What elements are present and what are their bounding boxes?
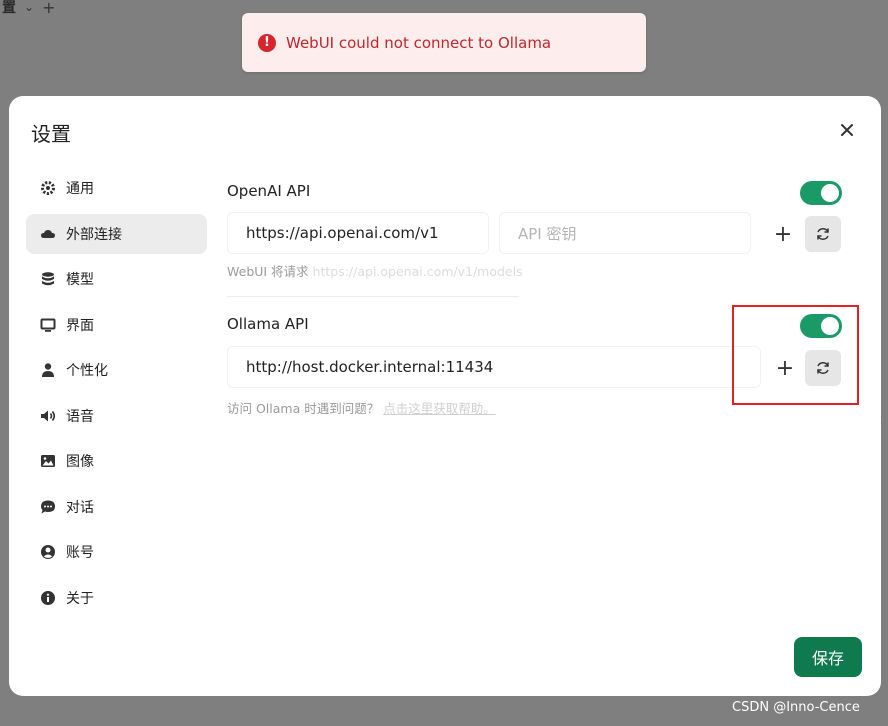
chat-icon bbox=[40, 499, 56, 515]
sidebar-item-account[interactable]: 账号 bbox=[26, 532, 207, 572]
openai-refresh-button[interactable] bbox=[805, 216, 841, 252]
watermark: CSDN @Inno-Cence bbox=[732, 700, 860, 715]
sidebar-item-label: 界面 bbox=[66, 317, 94, 334]
section-divider bbox=[227, 296, 519, 297]
background-header: 置 ⌄ + bbox=[0, 0, 55, 17]
openai-toggle[interactable] bbox=[800, 181, 842, 205]
sidebar-item-interface[interactable]: 界面 bbox=[26, 305, 207, 345]
ollama-section-title: Ollama API bbox=[227, 315, 309, 333]
sidebar-item-label: 个性化 bbox=[66, 363, 108, 379]
ollama-help-link[interactable]: 点击这里获取帮助。 bbox=[383, 401, 496, 416]
sidebar-item-label: 模型 bbox=[66, 272, 94, 288]
image-icon bbox=[40, 453, 56, 469]
sidebar-item-label: 关于 bbox=[66, 590, 94, 607]
sidebar-item-audio[interactable]: 语音 bbox=[26, 396, 207, 436]
database-icon bbox=[40, 271, 56, 287]
ollama-url-field[interactable]: http://host.docker.internal:11434 bbox=[227, 346, 761, 388]
close-button[interactable] bbox=[835, 118, 859, 142]
new-tab-plus-icon[interactable]: + bbox=[42, 0, 55, 17]
sidebar-item-label: 对话 bbox=[66, 499, 94, 516]
sidebar-item-general[interactable]: 通用 bbox=[26, 168, 207, 208]
sidebar-item-label: 外部连接 bbox=[66, 226, 122, 243]
sidebar-item-label: 图像 bbox=[66, 454, 94, 470]
sidebar-item-models[interactable]: 模型 bbox=[26, 259, 207, 299]
close-icon bbox=[841, 124, 853, 136]
sidebar-item-about[interactable]: 关于 bbox=[26, 578, 207, 618]
refresh-icon bbox=[817, 228, 829, 240]
ollama-hint-prefix: 访问 Ollama 时遇到问题？ bbox=[227, 401, 380, 416]
openai-hint: WebUI 将请求 https://api.openai.com/v1/mode… bbox=[227, 261, 523, 280]
toast-message: WebUI could not connect to Ollama bbox=[286, 33, 552, 52]
annotation-highlight-box bbox=[732, 305, 859, 405]
modal-title: 设置 bbox=[31, 122, 71, 146]
sidebar-item-images[interactable]: 图像 bbox=[26, 441, 207, 481]
chevron-down-icon[interactable]: ⌄ bbox=[24, 0, 34, 14]
save-button[interactable]: 保存 bbox=[794, 637, 862, 677]
user-icon bbox=[40, 362, 56, 378]
error-icon: ! bbox=[258, 33, 276, 52]
add-openai-connection-button[interactable]: + bbox=[773, 222, 793, 247]
monitor-icon bbox=[40, 317, 56, 333]
sidebar-item-label: 通用 bbox=[66, 181, 94, 197]
openai-key-field[interactable]: API 密钥 bbox=[499, 212, 751, 254]
openai-hint-prefix: WebUI 将请求 bbox=[227, 264, 309, 279]
error-toast: ! WebUI could not connect to Ollama bbox=[242, 13, 646, 72]
background-title: 置 bbox=[2, 0, 16, 16]
sidebar-item-personalization[interactable]: 个性化 bbox=[26, 350, 207, 390]
sidebar-item-chats[interactable]: 对话 bbox=[26, 487, 207, 527]
gear-icon bbox=[40, 180, 56, 196]
openai-url-field[interactable]: https://api.openai.com/v1 bbox=[227, 212, 489, 254]
settings-sidebar: 通用 外部连接 模型 界面 个性化 语音 图像 对话 账号 关于 bbox=[26, 168, 207, 623]
cloud-icon bbox=[40, 226, 56, 242]
openai-section-title: OpenAI API bbox=[227, 182, 311, 200]
sidebar-item-label: 语音 bbox=[66, 408, 94, 425]
account-icon bbox=[40, 544, 56, 560]
sidebar-item-label: 账号 bbox=[66, 545, 94, 561]
sidebar-item-connections[interactable]: 外部连接 bbox=[26, 213, 207, 254]
openai-hint-url: https://api.openai.com/v1/models bbox=[312, 264, 523, 279]
ollama-hint: 访问 Ollama 时遇到问题？ 点击这里获取帮助。 bbox=[227, 398, 496, 417]
info-icon bbox=[40, 590, 56, 606]
speaker-icon bbox=[40, 408, 56, 424]
